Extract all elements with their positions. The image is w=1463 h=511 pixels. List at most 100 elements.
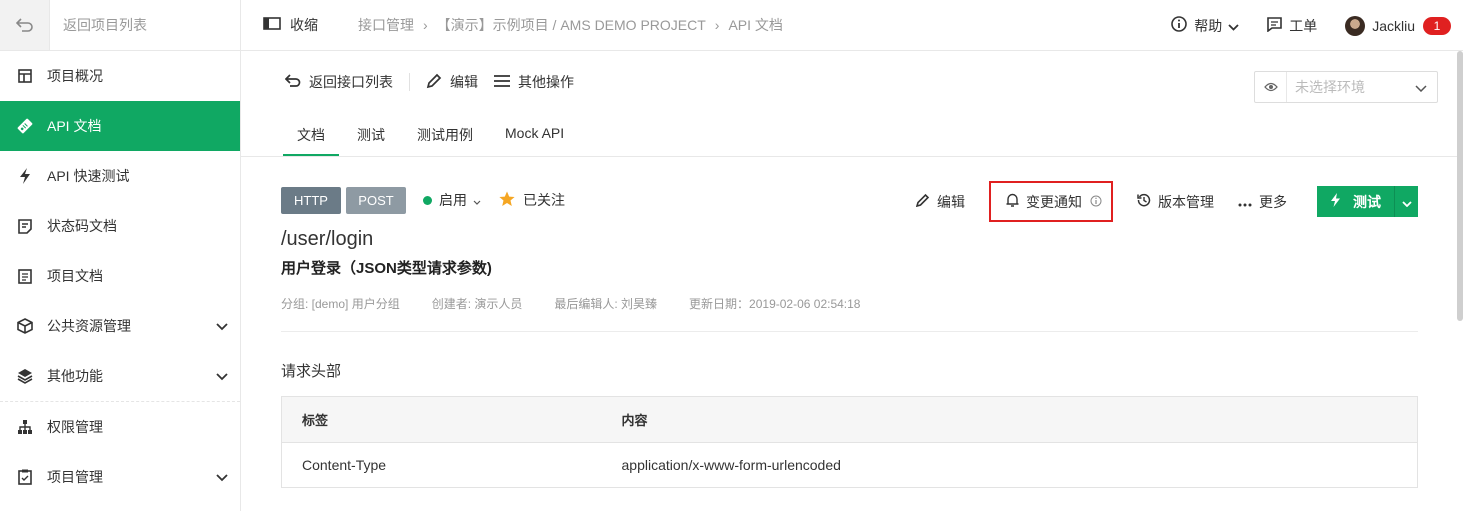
divider (409, 73, 410, 91)
collapse-button[interactable]: 收缩 (263, 15, 318, 35)
api-name: 用户登录（JSON类型请求参数) (281, 260, 492, 277)
scrollbar[interactable] (1457, 51, 1463, 321)
sidebar-item-label: API 快速测试 (47, 168, 130, 184)
breadcrumb: 接口管理 › 【演示】示例项目 / AMS DEMO PROJECT › API… (358, 15, 783, 35)
change-notification-button[interactable]: 变更通知 (989, 181, 1113, 222)
chevron-down-icon[interactable] (216, 469, 228, 485)
info-icon[interactable] (1090, 194, 1102, 210)
return-icon (284, 74, 301, 90)
info-icon (1171, 16, 1188, 35)
pencil-icon (915, 193, 930, 210)
follow-button[interactable]: 已关注 (499, 190, 565, 210)
chevron-down-icon[interactable] (216, 318, 228, 334)
sidebar-item-label: 其他功能 (47, 368, 103, 384)
layers-icon (16, 367, 34, 385)
help-menu[interactable]: 帮助 (1171, 16, 1239, 36)
sidebar-item-label: API 文档 (47, 118, 102, 134)
tab-test-cases[interactable]: 测试用例 (403, 113, 487, 156)
more-dots-icon (1238, 194, 1252, 210)
notification-badge[interactable]: 1 (1423, 16, 1451, 35)
eye-icon (1255, 72, 1287, 102)
api-edit-label: 编辑 (937, 193, 965, 210)
meta-group: 分组: [demo] 用户分组 (281, 297, 400, 311)
divider (281, 331, 1418, 332)
change-notification-label: 变更通知 (1026, 193, 1082, 210)
api-edit-button[interactable]: 编辑 (915, 192, 965, 212)
api-tools: 编辑 变更通知 版本管理 更多 测试 (892, 181, 1418, 222)
code-doc-icon (16, 217, 34, 235)
edit-button[interactable]: 编辑 (426, 72, 478, 92)
user-menu[interactable]: Jackliu 1 (1345, 15, 1451, 36)
version-management-button[interactable]: 版本管理 (1137, 192, 1214, 212)
sidebar-item-other-features[interactable]: 其他功能 (0, 351, 240, 401)
topbar-right: 帮助 工单 Jackliu 1 (1143, 0, 1451, 51)
breadcrumb-item: API 文档 (728, 17, 783, 33)
more-button[interactable]: 更多 (1238, 192, 1287, 212)
other-actions-button[interactable]: 其他操作 (494, 72, 574, 92)
breadcrumb-item[interactable]: 【演示】示例项目 / AMS DEMO PROJECT (437, 15, 706, 35)
dashboard-icon (16, 67, 34, 85)
sidebar-item-label: 项目文档 (47, 268, 103, 284)
request-headers-table: 标签 内容 Content-Type application/x-www-for… (281, 396, 1418, 488)
status-dropdown[interactable]: 启用 (423, 190, 481, 210)
sidebar-item-quick-test[interactable]: API 快速测试 (0, 151, 240, 201)
sidebar-item-project-management[interactable]: 项目管理 (0, 452, 240, 502)
test-label: 测试 (1353, 193, 1381, 210)
bolt-icon (16, 167, 34, 185)
sidebar-item-overview[interactable]: 项目概况 (0, 51, 240, 101)
menu-icon (494, 74, 510, 91)
other-actions-label: 其他操作 (518, 74, 574, 90)
chevron-down-icon (473, 192, 481, 208)
sidebar-item-status-code[interactable]: 状态码文档 (0, 201, 240, 251)
tab-docs[interactable]: 文档 (283, 113, 339, 156)
api-meta: 分组: [demo] 用户分组 创建者: 演示人员 最后编辑人: 刘昊臻 更新日… (281, 295, 1418, 312)
tab-test[interactable]: 测试 (343, 113, 399, 156)
tab-bar: 文档 测试 测试用例 Mock API (283, 113, 582, 156)
api-detail: HTTP POST 启用 已关注 编辑 变更通知 版本管理 更多 测试 /use… (281, 181, 1418, 488)
test-button[interactable]: 测试 (1317, 186, 1394, 217)
doc-icon (16, 267, 34, 285)
version-management-label: 版本管理 (1158, 193, 1214, 210)
sidebar-item-label: 状态码文档 (47, 218, 117, 234)
undo-icon[interactable] (0, 0, 50, 50)
collapse-label: 收缩 (290, 17, 318, 33)
test-dropdown-toggle[interactable] (1394, 186, 1418, 217)
sidebar-item-public-resources[interactable]: 公共资源管理 (0, 301, 240, 351)
back-to-projects-label[interactable]: 返回项目列表 (50, 15, 147, 35)
chevron-down-icon (1415, 79, 1427, 95)
table-row: Content-Type application/x-www-form-urle… (282, 443, 1418, 488)
action-bar: 返回接口列表 编辑 其他操作 (284, 71, 574, 93)
chevron-down-icon[interactable] (216, 368, 228, 384)
history-icon (1137, 193, 1151, 210)
meta-updated: 更新日期：2019-02-06 02:54:18 (689, 297, 861, 311)
back-to-projects-row[interactable]: 返回项目列表 (0, 0, 240, 51)
topbar: 收缩 接口管理 › 【演示】示例项目 / AMS DEMO PROJECT › … (241, 0, 1463, 51)
cube-icon (16, 317, 34, 335)
pencil-icon (426, 73, 442, 92)
more-label: 更多 (1259, 193, 1287, 210)
chevron-down-icon (1228, 18, 1239, 34)
sidebar-item-api-docs[interactable]: API 文档 (0, 101, 240, 151)
tabs-underline (241, 156, 1457, 157)
bell-icon (1006, 193, 1019, 210)
ticket-button[interactable]: 工单 (1267, 16, 1317, 36)
bolt-icon (1330, 193, 1341, 210)
org-chart-icon (16, 418, 34, 436)
edit-label: 编辑 (450, 74, 478, 90)
back-to-api-list-button[interactable]: 返回接口列表 (284, 72, 393, 92)
header-value: application/x-www-form-urlencoded (621, 457, 841, 473)
sidebar-item-project-docs[interactable]: 项目文档 (0, 251, 240, 301)
clipboard-icon (16, 468, 34, 486)
sidebar-toggle-icon (263, 17, 281, 33)
help-label: 帮助 (1194, 17, 1223, 34)
request-headers-title: 请求头部 (281, 363, 342, 380)
tab-mock-api[interactable]: Mock API (491, 113, 578, 156)
protocol-badge: HTTP (281, 186, 341, 214)
breadcrumb-item[interactable]: 接口管理 (358, 15, 414, 35)
environment-select[interactable]: 未选择环境 (1254, 71, 1438, 103)
sidebar-item-permissions[interactable]: 权限管理 (0, 402, 240, 452)
meta-editor: 最后编辑人: 刘昊臻 (554, 297, 658, 311)
api-tag-icon (16, 117, 34, 135)
ticket-icon (1267, 16, 1283, 35)
environment-placeholder: 未选择环境 (1295, 79, 1365, 95)
